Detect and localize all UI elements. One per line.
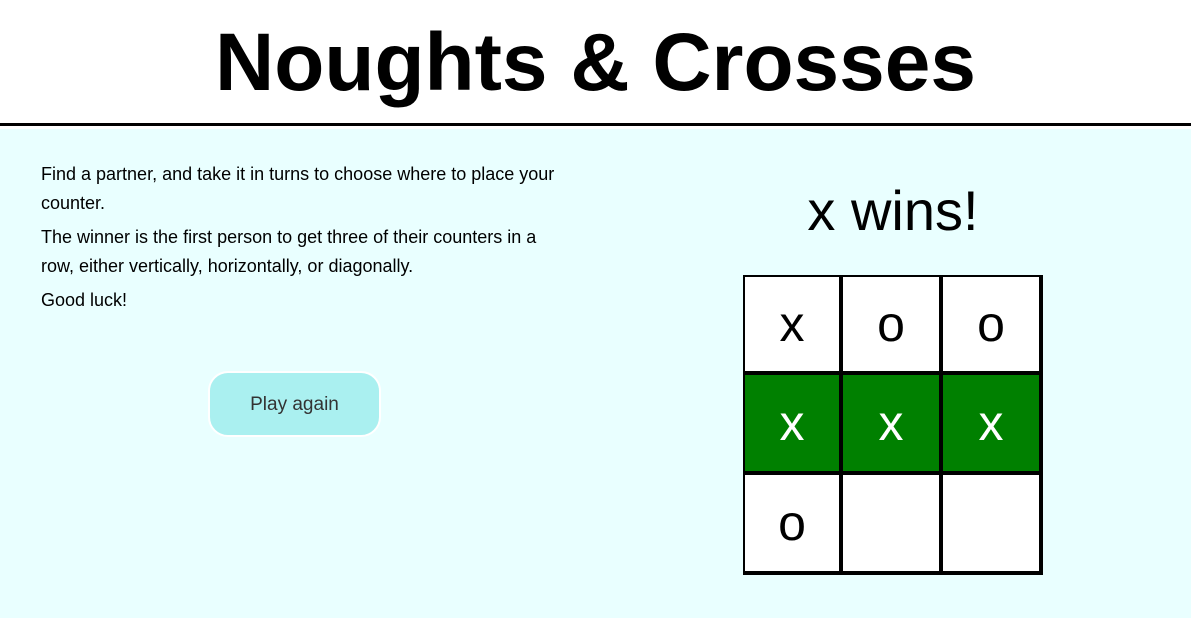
main-area: Find a partner, and take it in turns to …	[0, 129, 1191, 618]
board-cell-r3-c2[interactable]	[843, 475, 939, 571]
board-cell-r2-c2[interactable]: x	[843, 375, 939, 471]
board-cell-r3-c1[interactable]: o	[745, 475, 839, 571]
board-cell-r2-c3[interactable]: x	[943, 375, 1039, 471]
board-cell-r1-c2[interactable]: o	[843, 277, 939, 371]
board-cell-r3-c3[interactable]	[943, 475, 1039, 571]
game-board: x o o x x x o	[743, 275, 1043, 575]
page-title: Noughts & Crosses	[215, 17, 976, 108]
board-cell-r1-c3[interactable]: o	[943, 277, 1039, 371]
instruction-paragraph: The winner is the first person to get th…	[41, 227, 537, 276]
board-cell-r1-c1[interactable]: x	[745, 277, 839, 371]
game-status: x wins!	[807, 179, 979, 242]
instructions: Find a partner, and take it in turns to …	[41, 160, 561, 320]
instruction-paragraph: Find a partner, and take it in turns to …	[41, 164, 555, 213]
play-again-button[interactable]: Play again	[208, 371, 381, 437]
board-cell-r2-c1[interactable]: x	[745, 375, 839, 471]
instruction-paragraph: Good luck!	[41, 290, 128, 310]
page-header: Noughts & Crosses	[0, 0, 1191, 126]
